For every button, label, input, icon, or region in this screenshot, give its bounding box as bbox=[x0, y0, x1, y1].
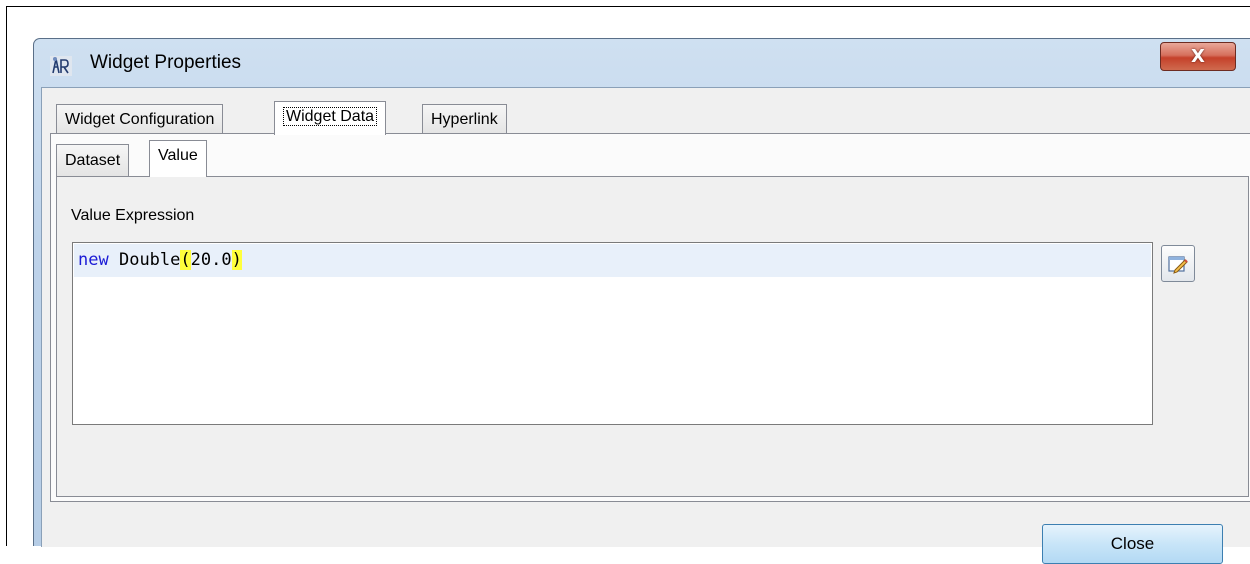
title-bar[interactable]: Widget Properties X bbox=[34, 39, 1250, 87]
close-icon: X bbox=[1191, 46, 1205, 67]
value-expression-editor[interactable]: new Double(20.0) bbox=[72, 242, 1153, 425]
dialog-client-area: Widget Configuration Widget Data Hyperli… bbox=[41, 87, 1250, 564]
tab-label: Value bbox=[158, 147, 198, 164]
window-close-button[interactable]: X bbox=[1160, 42, 1236, 71]
tab-widget-configuration[interactable]: Widget Configuration bbox=[56, 104, 224, 134]
tab-label: Hyperlink bbox=[431, 111, 498, 128]
close-button[interactable]: Close bbox=[1042, 524, 1223, 564]
value-panel: Value Expression new Double(20.0) bbox=[56, 176, 1249, 497]
editor-current-line: new Double(20.0) bbox=[74, 244, 1151, 277]
dialog-window: Widget Properties X Widget Configuration… bbox=[33, 38, 1250, 564]
open-paren-token: ( bbox=[180, 250, 191, 270]
tab-label: Widget Configuration bbox=[65, 111, 215, 128]
expression-builder-button[interactable] bbox=[1161, 245, 1195, 282]
tab-label: Widget Data bbox=[283, 107, 378, 126]
window-title: Widget Properties bbox=[90, 52, 242, 73]
report-designer-icon bbox=[50, 56, 72, 76]
tab-hyperlink[interactable]: Hyperlink bbox=[422, 104, 507, 134]
widget-data-panel: Dataset Value Value Expression new Doubl… bbox=[50, 133, 1250, 502]
class-name-token: Double bbox=[118, 250, 181, 270]
edit-pencil-icon bbox=[1168, 255, 1188, 274]
value-expression-label: Value Expression bbox=[71, 207, 195, 224]
tab-value[interactable]: Value bbox=[149, 140, 207, 177]
tab-dataset[interactable]: Dataset bbox=[56, 144, 130, 176]
tab-label: Dataset bbox=[65, 152, 121, 169]
argument-token: 20.0 bbox=[190, 250, 232, 270]
keyword-token: new bbox=[78, 250, 109, 270]
close-paren-token: ) bbox=[231, 250, 242, 270]
tab-widget-data[interactable]: Widget Data bbox=[274, 101, 387, 135]
